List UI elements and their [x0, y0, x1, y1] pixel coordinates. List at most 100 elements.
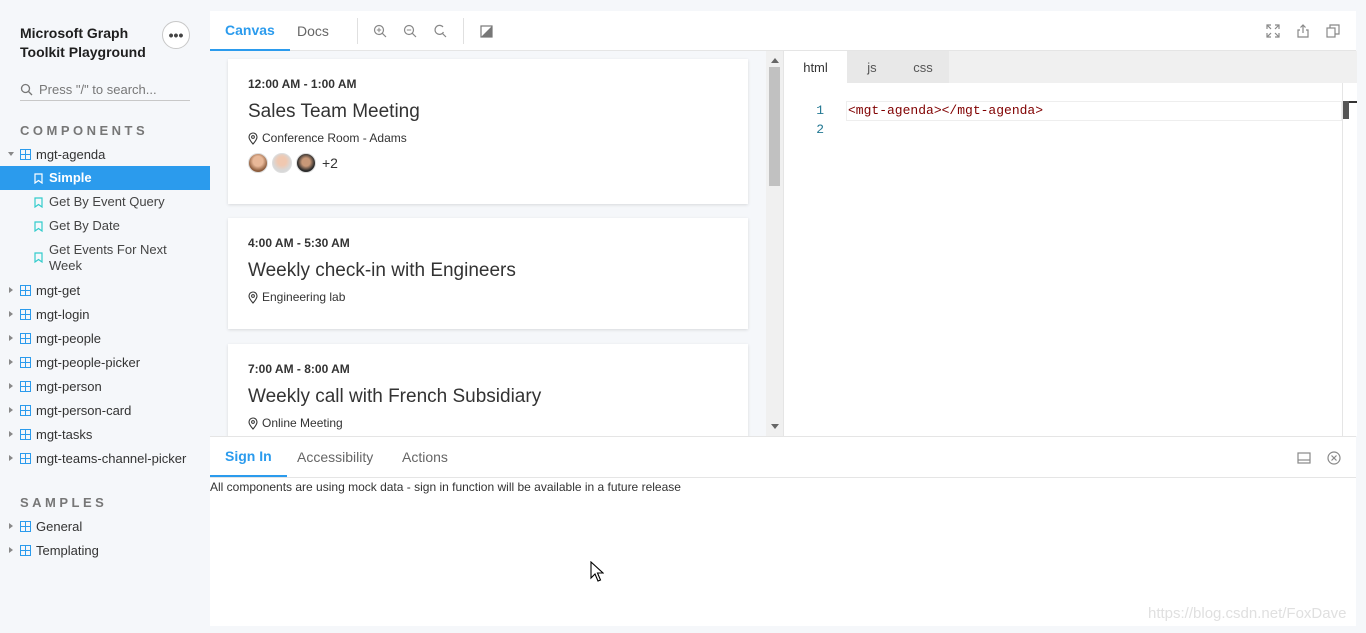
story-item-label: Simple — [49, 170, 92, 185]
component-grid-icon — [20, 308, 31, 320]
event-card[interactable]: 12:00 AM - 1:00 AM Sales Team Meeting Co… — [228, 59, 748, 204]
search-box[interactable] — [20, 79, 190, 101]
tree-item-label: mgt-get — [36, 282, 81, 298]
event-location-text: Online Meeting — [262, 416, 343, 430]
addons-panel: Sign In Accessibility Actions All compon… — [210, 436, 1356, 626]
code-area[interactable]: 1 <mgt-agenda></mgt-agenda> 2 — [784, 83, 1357, 436]
tree-item-label: General — [36, 518, 83, 534]
caret-right-icon — [4, 382, 18, 390]
panel-divider — [210, 477, 1356, 478]
tree-item-mgt-people-picker[interactable]: mgt-people-picker — [0, 350, 210, 374]
tree-item-label: mgt-people — [36, 330, 102, 346]
story-item-label: Get By Date — [49, 218, 120, 233]
tab-actions[interactable]: Actions — [387, 437, 463, 477]
editor-minimap-divider — [1342, 83, 1343, 436]
attendee-list: +2 — [248, 153, 728, 173]
tree-item-mgt-agenda[interactable]: mgt-agenda — [0, 142, 210, 166]
reset-zoom-icon[interactable] — [432, 23, 448, 39]
caret-right-icon — [4, 358, 18, 366]
avatar[interactable] — [272, 153, 292, 173]
event-subject: Weekly check-in with Engineers — [248, 260, 516, 281]
story-item-simple[interactable]: Simple — [0, 166, 210, 190]
close-panel-icon[interactable] — [1326, 450, 1342, 466]
caret-right-icon — [4, 286, 18, 294]
tree-item-mgt-tasks[interactable]: mgt-tasks — [0, 422, 210, 446]
search-input[interactable] — [39, 82, 179, 97]
component-grid-icon — [20, 148, 31, 160]
more-options-button[interactable]: ••• — [162, 21, 190, 49]
sign-in-message: All components are using mock data - sig… — [210, 480, 681, 494]
tree-item-mgt-person[interactable]: mgt-person — [0, 374, 210, 398]
tree-item-mgt-login[interactable]: mgt-login — [0, 302, 210, 326]
samples-section-label: SAMPLES — [20, 495, 108, 510]
zoom-in-icon[interactable] — [372, 23, 388, 39]
story-item-get-by-event-query[interactable]: Get By Event Query — [0, 194, 210, 218]
bookmark-icon — [34, 242, 49, 263]
story-item-get-by-date[interactable]: Get By Date — [0, 218, 210, 242]
extra-attendees-count[interactable]: +2 — [322, 155, 338, 171]
toolbar-divider — [463, 18, 464, 44]
tree-item-label: mgt-person-card — [36, 402, 132, 418]
code-line[interactable]: <mgt-agenda></mgt-agenda> — [848, 103, 1043, 118]
tree-item-templating[interactable]: Templating — [0, 538, 210, 562]
fullscreen-icon[interactable] — [1265, 23, 1281, 39]
bookmark-icon — [34, 170, 49, 184]
event-location-text: Engineering lab — [262, 290, 346, 304]
panel-orientation-icon[interactable] — [1296, 450, 1312, 466]
avatar[interactable] — [296, 153, 316, 173]
tree-item-label: mgt-person — [36, 378, 102, 394]
event-time: 7:00 AM - 8:00 AM — [248, 362, 350, 376]
scroll-up-arrow-icon[interactable] — [770, 56, 779, 65]
tab-css[interactable]: css — [897, 51, 949, 83]
tree-item-label: mgt-tasks — [36, 426, 93, 442]
event-subject: Weekly call with French Subsidiary — [248, 386, 542, 407]
theme-toggle-icon[interactable] — [478, 23, 494, 39]
location-pin-icon — [248, 290, 258, 304]
zoom-out-icon[interactable] — [402, 23, 418, 39]
caret-right-icon — [4, 430, 18, 438]
event-card[interactable]: 4:00 AM - 5:30 AM Weekly check-in with E… — [228, 218, 748, 329]
caret-right-icon — [4, 522, 18, 530]
scroll-thumb[interactable] — [769, 67, 780, 186]
story-item-get-events-for-next-week[interactable]: Get Events For Next Week — [0, 242, 210, 278]
canvas-scrollbar[interactable] — [766, 51, 783, 436]
editor-tabs: html js css — [784, 51, 1357, 83]
caret-right-icon — [4, 310, 18, 318]
location-pin-icon — [248, 416, 258, 430]
avatar[interactable] — [248, 153, 268, 173]
scroll-down-arrow-icon[interactable] — [770, 422, 779, 431]
tree-item-mgt-person-card[interactable]: mgt-person-card — [0, 398, 210, 422]
share-icon[interactable] — [1295, 23, 1311, 39]
tree-item-label: Templating — [36, 542, 99, 558]
tree-item-mgt-teams-channel-picker[interactable]: mgt-teams-channel-picker — [0, 446, 210, 470]
bookmark-icon — [34, 218, 49, 232]
tree-item-label: mgt-agenda — [36, 146, 106, 162]
tab-js[interactable]: js — [847, 51, 897, 83]
tab-sign-in[interactable]: Sign In — [210, 437, 287, 477]
event-time: 12:00 AM - 1:00 AM — [248, 77, 357, 91]
tree-item-label: mgt-people-picker — [36, 354, 141, 370]
story-item-label: Get Events For Next Week — [49, 242, 167, 273]
tab-accessibility[interactable]: Accessibility — [282, 437, 388, 477]
tree-item-mgt-get[interactable]: mgt-get — [0, 278, 210, 302]
preview-toolbar: Canvas Docs — [210, 11, 1356, 51]
component-grid-icon — [20, 356, 31, 368]
event-card[interactable]: 7:00 AM - 8:00 AM Weekly call with Frenc… — [228, 344, 748, 436]
event-location: Engineering lab — [248, 290, 728, 304]
tab-canvas[interactable]: Canvas — [210, 11, 290, 51]
tab-html[interactable]: html — [784, 51, 847, 83]
watermark: https://blog.csdn.net/FoxDave — [1148, 605, 1347, 622]
tab-docs[interactable]: Docs — [282, 11, 344, 51]
tree-item-label: mgt-teams-channel-picker — [36, 450, 187, 466]
search-icon — [20, 83, 33, 96]
component-grid-icon — [20, 404, 31, 416]
minimap-slider[interactable] — [1343, 101, 1349, 119]
component-grid-icon — [20, 428, 31, 440]
component-grid-icon — [20, 332, 31, 344]
component-grid-icon — [20, 284, 31, 296]
bookmark-icon — [34, 194, 49, 208]
tree-item-general[interactable]: General — [0, 514, 210, 538]
tree-item-mgt-people[interactable]: mgt-people — [0, 326, 210, 350]
caret-right-icon — [4, 406, 18, 414]
copy-icon[interactable] — [1325, 23, 1341, 39]
